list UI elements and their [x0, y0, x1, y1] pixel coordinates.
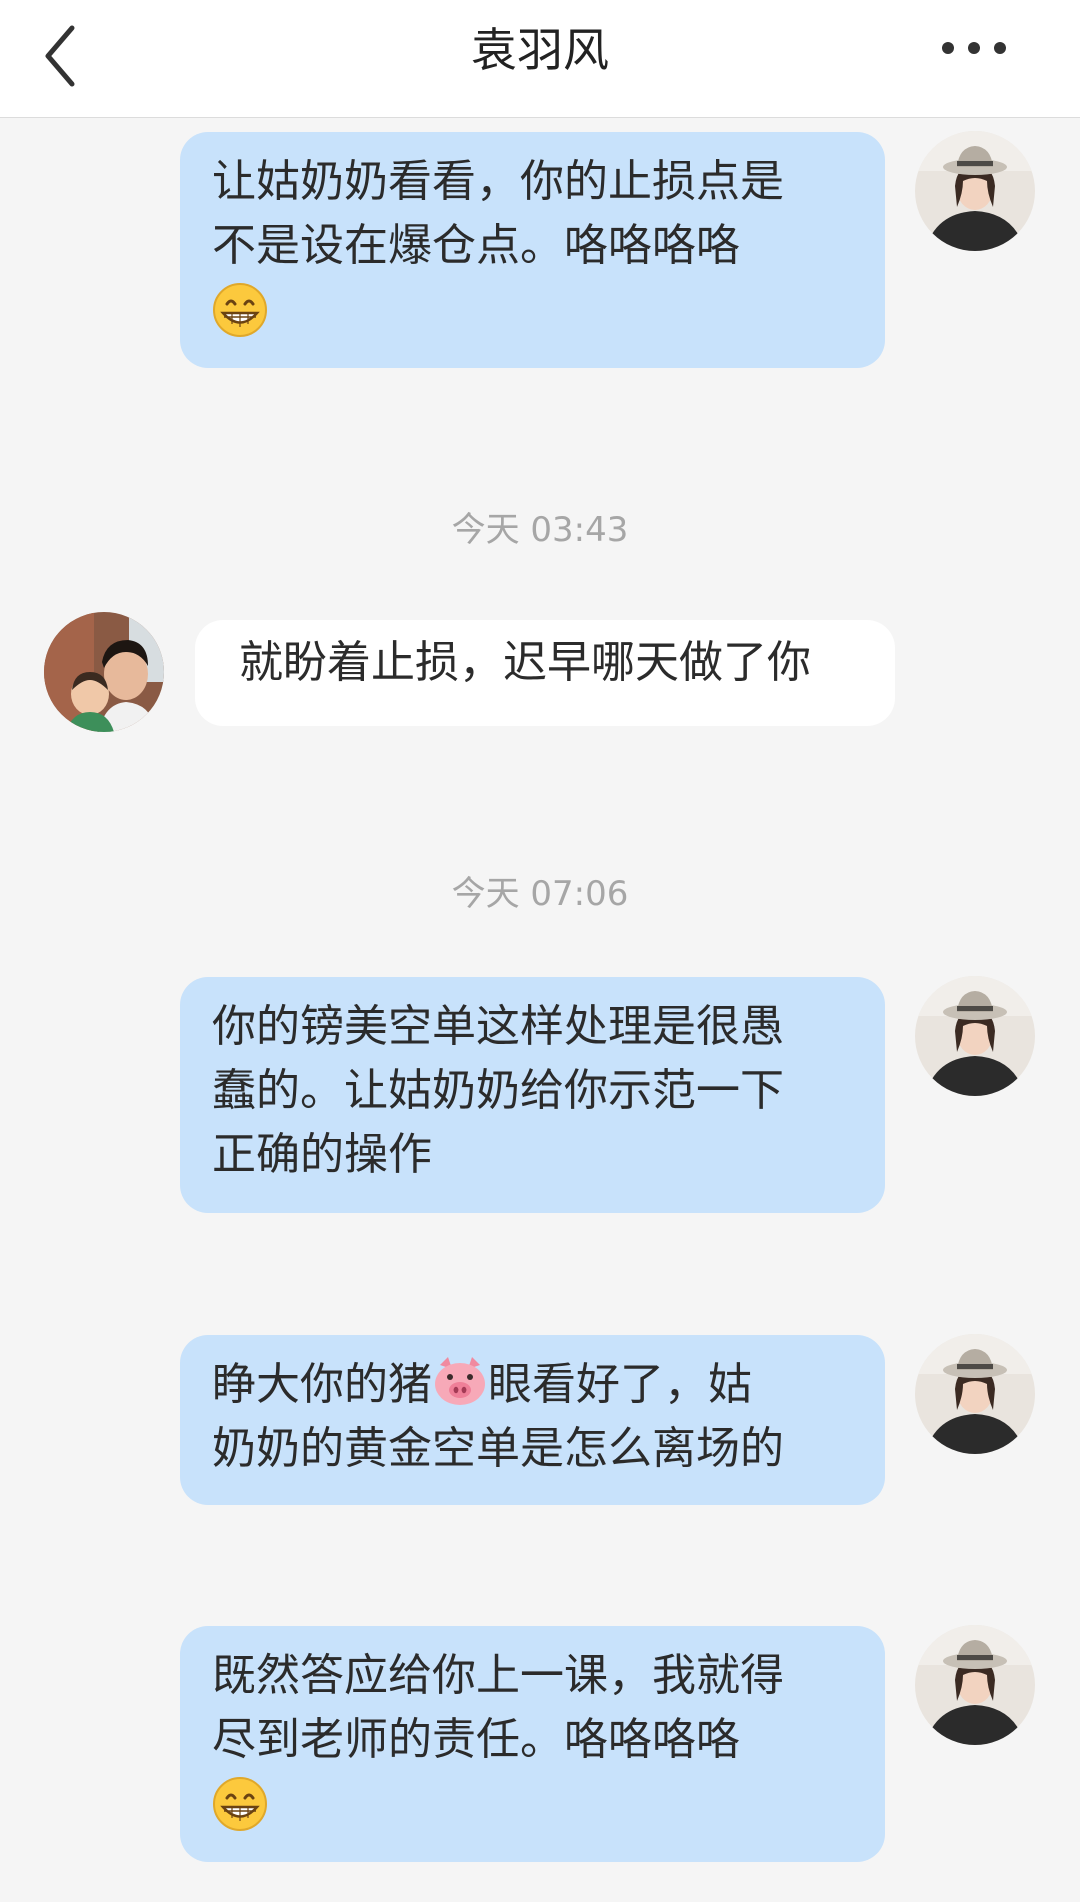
message-text-line: 睁大你的猪 眼看好了，姑	[212, 1353, 855, 1417]
chat-title: 袁羽风	[471, 23, 609, 77]
more-options-button[interactable]	[930, 10, 1030, 90]
message-text-segment: 眼看好了，姑	[488, 1359, 752, 1410]
message-timestamp: 今天 07:06	[451, 874, 629, 914]
message-timestamp: 今天 03:43	[451, 510, 629, 550]
message-bubble-self[interactable]: 让姑奶奶看看，你的止损点是 不是设在爆仓点。咯咯咯咯	[180, 132, 885, 368]
chevron-left-icon	[30, 25, 120, 104]
self-avatar[interactable]	[915, 976, 1035, 1096]
self-avatar[interactable]	[915, 1625, 1035, 1745]
back-button[interactable]	[30, 10, 120, 100]
contact-avatar[interactable]	[44, 612, 164, 732]
chat-header: 袁羽风	[0, 0, 1080, 118]
message-text-line: 蠢的。让姑奶奶给你示范一下	[212, 1065, 784, 1116]
message-text-line: 尽到老师的责任。咯咯咯咯	[212, 1714, 740, 1765]
message-bubble-other[interactable]: 就盼着止损，迟早哪天做了你	[195, 620, 895, 726]
grinning-face-emoji	[212, 282, 268, 338]
message-text-line: 你的镑美空单这样处理是很愚	[212, 1001, 784, 1052]
message-text-line: 既然答应给你上一课，我就得	[212, 1650, 784, 1701]
message-bubble-self[interactable]: 既然答应给你上一课，我就得 尽到老师的责任。咯咯咯咯	[180, 1626, 885, 1862]
pig-face-emoji	[435, 1357, 485, 1405]
more-dots-icon	[930, 42, 1030, 94]
message-bubble-self[interactable]: 你的镑美空单这样处理是很愚 蠢的。让姑奶奶给你示范一下 正确的操作	[180, 977, 885, 1213]
message-text-line: 不是设在爆仓点。咯咯咯咯	[212, 220, 740, 271]
self-avatar[interactable]	[915, 1334, 1035, 1454]
message-text-segment: 睁大你的猪	[212, 1359, 432, 1410]
message-text-line: 让姑奶奶看看，你的止损点是	[212, 156, 784, 207]
message-text-line: 奶奶的黄金空单是怎么离场的	[212, 1423, 784, 1474]
message-text-line: 正确的操作	[212, 1129, 432, 1180]
message-bubble-self[interactable]: 睁大你的猪 眼看好了，姑 奶奶的黄金空单是怎么离场的	[180, 1335, 885, 1505]
grinning-face-emoji	[212, 1776, 268, 1832]
self-avatar[interactable]	[915, 131, 1035, 251]
message-text: 就盼着止损，迟早哪天做了你	[239, 637, 811, 688]
